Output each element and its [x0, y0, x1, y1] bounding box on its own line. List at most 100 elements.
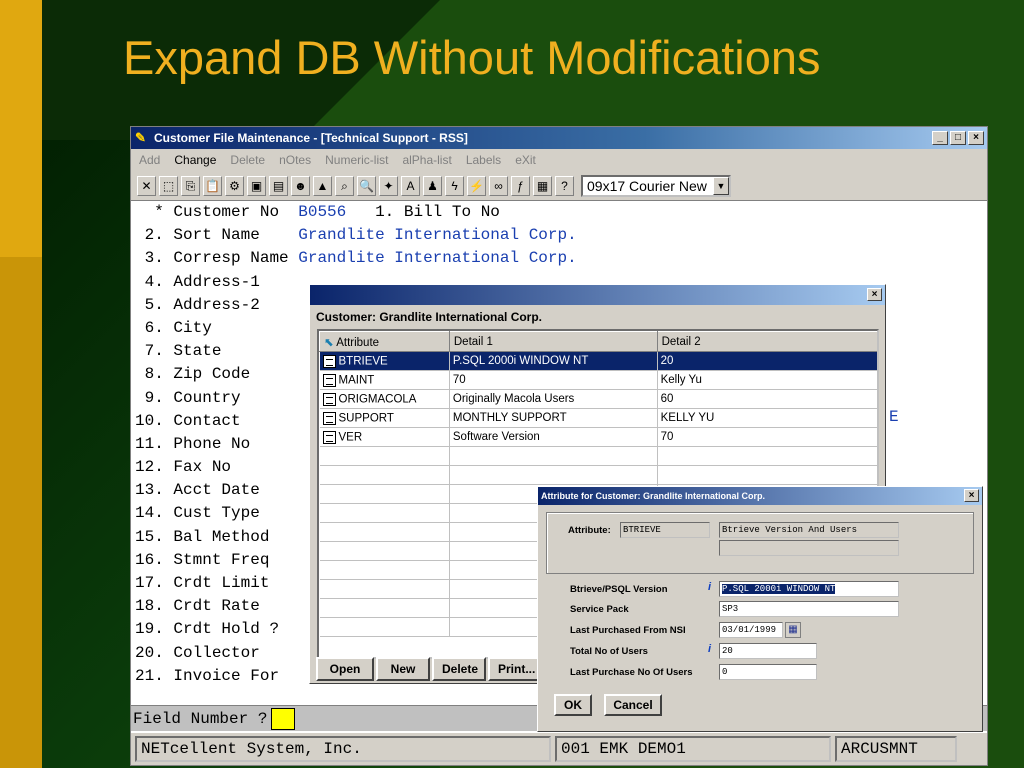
service-pack-field[interactable]: SP3: [719, 601, 899, 617]
grid-cell-text: 20: [660, 355, 674, 367]
maximize-button[interactable]: □: [950, 131, 966, 145]
field-label-last-purchase-users: Last Purchase No Of Users: [570, 667, 693, 678]
chevron-down-icon[interactable]: ▼: [713, 176, 729, 195]
user-icon[interactable]: ☻: [291, 175, 310, 196]
column-header-detail-2[interactable]: Detail 2: [656, 331, 877, 352]
grid-row[interactable]: VER Software Version 70: [319, 427, 877, 447]
alert-icon[interactable]: ▲: [313, 175, 332, 196]
menu-notes[interactable]: nOtes: [279, 153, 311, 167]
window-titlebar[interactable]: ✎ Customer File Maintenance - [Technical…: [131, 127, 987, 149]
delete-button[interactable]: Delete: [432, 657, 486, 681]
grid-row[interactable]: ORIGMACOLA Originally Macola Users 60: [319, 389, 877, 409]
terminal-row-number: 2.: [135, 226, 164, 245]
last-purchased-date-field[interactable]: 03/01/1999: [719, 622, 783, 638]
lightning-icon[interactable]: ϟ: [445, 175, 464, 196]
attribute-list-titlebar[interactable]: ×: [310, 285, 885, 305]
terminal-row-label: Zip Code: [173, 365, 251, 384]
grid-row[interactable]: [319, 446, 877, 466]
grid-cell-attribute: [319, 446, 450, 466]
font-select[interactable]: 09x17 Courier New ▼: [581, 174, 731, 197]
terminal-row-label: Fax No: [173, 458, 232, 477]
last-purchase-users-field[interactable]: 0: [719, 664, 817, 680]
grid-cell-detail-2: KELLY YU: [657, 408, 877, 428]
menu-add[interactable]: Add: [139, 153, 160, 167]
calculator-icon[interactable]: ▦: [533, 175, 552, 196]
grid-cell-attribute: [319, 598, 450, 618]
menu-numeric-list[interactable]: Numeric-list: [325, 153, 388, 167]
grid-cell-text: MONTHLY SUPPORT: [452, 412, 567, 424]
link-icon[interactable]: ∞: [489, 175, 508, 196]
status-company: NETcellent System, Inc.: [135, 736, 551, 762]
cancel-x-icon[interactable]: ✕: [137, 175, 156, 196]
notes-icon[interactable]: ▤: [269, 175, 288, 196]
grid-row[interactable]: SUPPORT MONTHLY SUPPORT KELLY YU: [319, 408, 877, 428]
close-icon[interactable]: ×: [867, 288, 882, 301]
terminal-row-extra: 1. Bill To No: [346, 203, 500, 221]
terminal-row-number: 19.: [135, 620, 164, 639]
menu-change[interactable]: Change: [174, 153, 216, 167]
terminal-row-label: Cust Type: [173, 504, 260, 523]
close-button[interactable]: ×: [968, 131, 984, 145]
version-field[interactable]: P.SQL 2000i WINDOW NT: [719, 581, 899, 597]
grid-cell-detail-1: 70: [449, 370, 658, 390]
grid-cell-text: Kelly Yu: [660, 374, 702, 386]
menu-alpha-list[interactable]: alPha-list: [402, 153, 451, 167]
terminal-row-number: 18.: [135, 597, 164, 616]
attribute-description-field-2: [719, 540, 899, 556]
copy-icon[interactable]: ⎘: [181, 175, 200, 196]
grid-cell-detail-1: P.SQL 2000i WINDOW NT: [449, 351, 658, 371]
info-icon[interactable]: i: [708, 581, 711, 593]
terminal-row-number: 5.: [135, 295, 164, 314]
menu-labels[interactable]: Labels: [466, 153, 501, 167]
grid-cell-detail-1: [449, 465, 658, 485]
minimize-button[interactable]: _: [932, 131, 948, 145]
menu-exit[interactable]: eXit: [515, 153, 536, 167]
zoom-icon[interactable]: 🔍: [357, 175, 376, 196]
attribute-list-buttons: Open New Delete Print...: [316, 657, 542, 681]
grid-row[interactable]: BTRIEVE P.SQL 2000i WINDOW NT 20: [319, 351, 877, 371]
settings-gear-icon[interactable]: ⚙: [225, 175, 244, 196]
window-controls: _ □ ×: [932, 131, 984, 145]
font-icon[interactable]: A: [401, 175, 420, 196]
paste-icon[interactable]: 📋: [203, 175, 222, 196]
terminal-partial-text: E: [889, 408, 899, 426]
grid-cell-detail-2: [657, 446, 877, 466]
terminal-row-number: 10.: [135, 411, 164, 430]
total-users-field[interactable]: 20: [719, 643, 817, 659]
binoculars-icon[interactable]: ⌕: [335, 175, 354, 196]
terminal-row-label: Invoice For: [173, 666, 280, 685]
info-icon[interactable]: i: [708, 643, 711, 655]
version-field-value: P.SQL 2000i WINDOW NT: [722, 584, 836, 594]
ok-button[interactable]: OK: [554, 694, 592, 716]
column-header-attribute[interactable]: ⬉ Attribute: [319, 331, 450, 352]
grid-cell-detail-2: 60: [657, 389, 877, 409]
grid-row[interactable]: MAINT 70 Kelly Yu: [319, 370, 877, 390]
select-icon[interactable]: ⬚: [159, 175, 178, 196]
chart-icon[interactable]: ⚡: [467, 175, 486, 196]
calendar-icon[interactable]: ▦: [785, 622, 801, 638]
print-button[interactable]: Print...: [488, 657, 542, 681]
new-button[interactable]: New: [376, 657, 430, 681]
terminal-row-value: Grandlite International Corp.: [298, 249, 577, 268]
function-icon[interactable]: ƒ: [511, 175, 530, 196]
cancel-button[interactable]: Cancel: [604, 694, 662, 716]
properties-icon[interactable]: ▣: [247, 175, 266, 196]
grid-header-row: ⬉ Attribute Detail 1 Detail 2: [319, 331, 877, 352]
open-button[interactable]: Open: [316, 657, 374, 681]
attribute-detail-titlebar[interactable]: Attribute for Customer: Grandlite Intern…: [538, 487, 982, 505]
terminal-row-number: 16.: [135, 550, 164, 569]
field-number-input[interactable]: [271, 707, 296, 730]
column-header-detail-1[interactable]: Detail 1: [448, 331, 658, 352]
person-card-icon[interactable]: ♟: [423, 175, 442, 196]
close-icon[interactable]: ×: [964, 489, 979, 502]
grid-cell-attribute: [319, 503, 450, 523]
grid-row[interactable]: [319, 465, 877, 485]
attribute-detail-title: Attribute for Customer: Grandlite Intern…: [541, 491, 766, 501]
help-icon[interactable]: ?: [555, 175, 574, 196]
grid-cell-attribute: [319, 484, 450, 504]
wizard-icon[interactable]: ✦: [379, 175, 398, 196]
terminal-row-label: Collector: [173, 643, 260, 662]
menu-delete[interactable]: Delete: [230, 153, 265, 167]
terminal-row-label: Customer No: [173, 203, 289, 221]
grid-cell-detail-1: Software Version: [449, 427, 658, 447]
